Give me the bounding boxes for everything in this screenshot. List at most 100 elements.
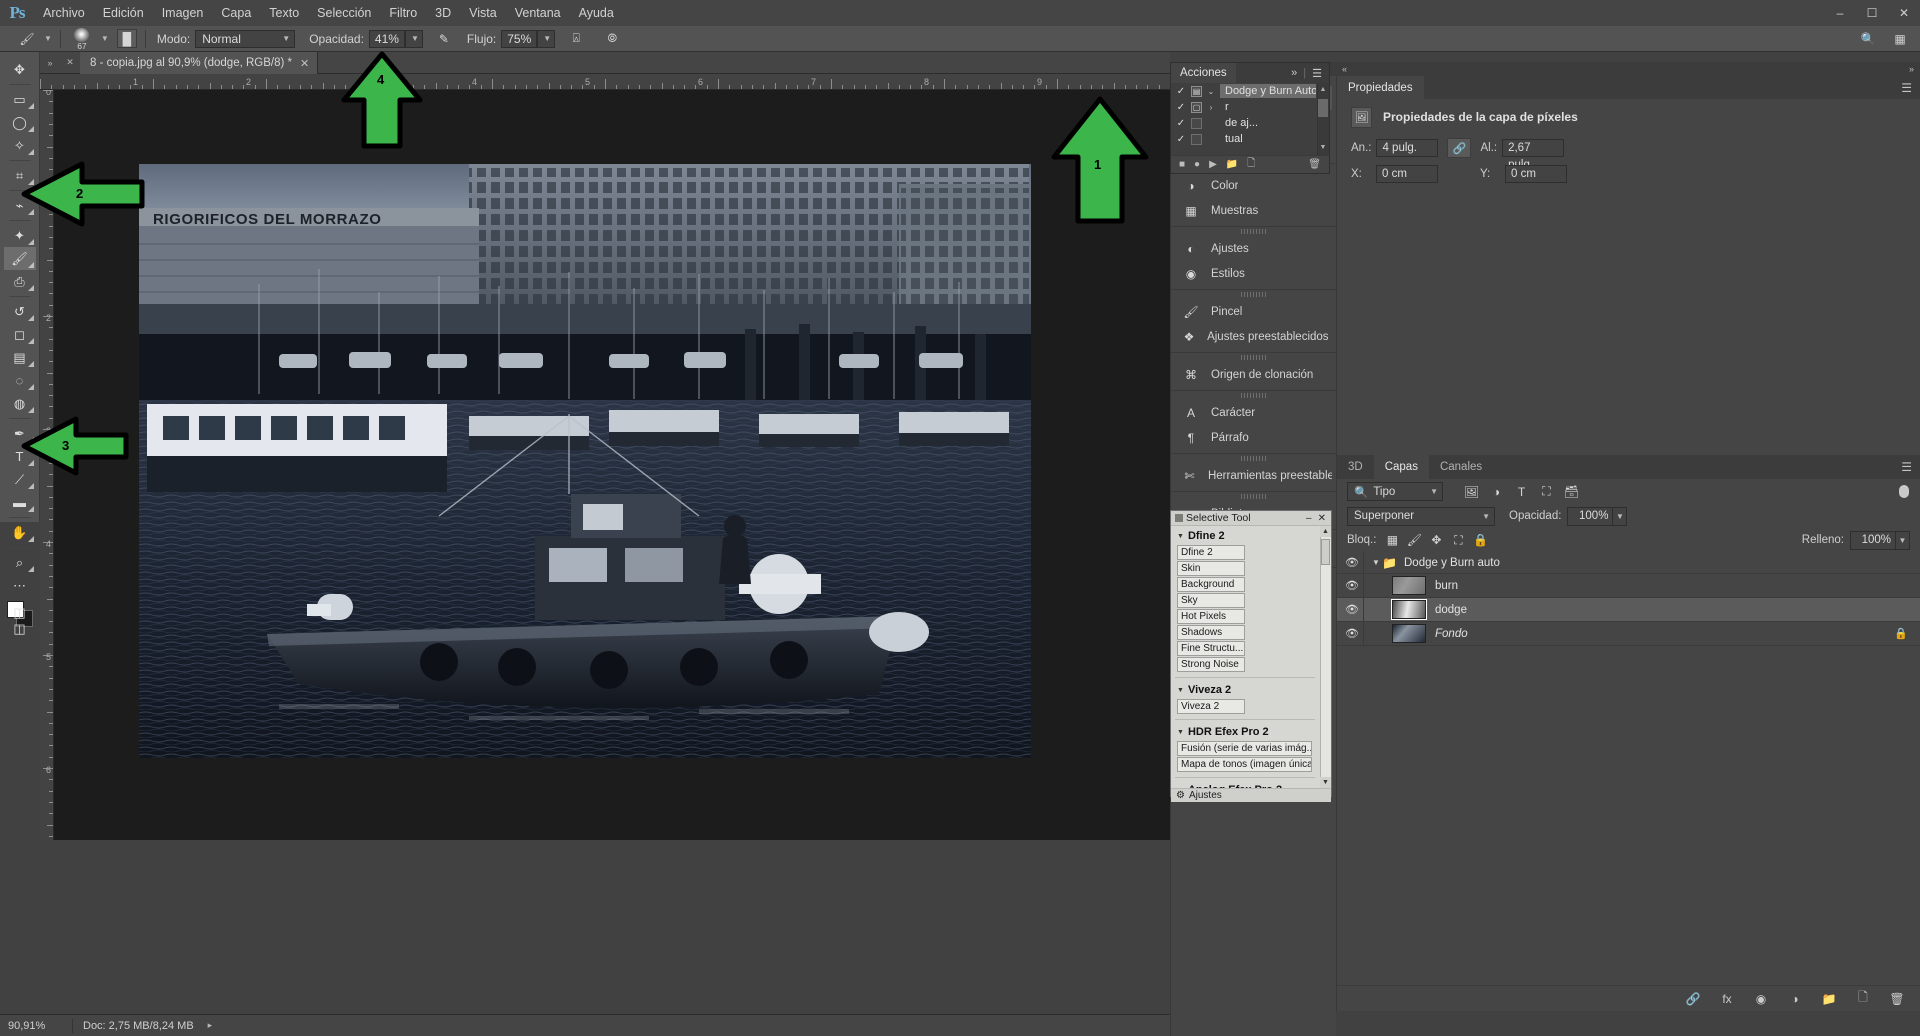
menu-item-texto[interactable]: Texto [260, 0, 308, 26]
menu-item-imagen[interactable]: Imagen [153, 0, 213, 26]
dock-item-car-cter[interactable]: A Carácter [1175, 401, 1332, 425]
dock-group-grip[interactable] [1171, 454, 1336, 463]
action-name[interactable]: r [1220, 100, 1234, 114]
minimize-icon[interactable]: – [1306, 513, 1312, 524]
scroll-up-icon[interactable]: ▲ [1318, 84, 1328, 96]
layer-blend-mode-select[interactable]: Superponer ▼ [1347, 506, 1495, 526]
play-icon[interactable]: ▶ [1209, 159, 1217, 170]
tablet-pressure-opacity-icon[interactable]: ✎ [433, 29, 455, 49]
scrollbar-thumb[interactable] [1318, 99, 1328, 117]
selective-tool-preset-button[interactable]: Mapa de tonos (imagen única) [1177, 757, 1312, 772]
screen-mode-icon[interactable]: ◫ [4, 621, 36, 637]
workspace-icon[interactable]: ▦ [1884, 26, 1916, 52]
dock-group-grip[interactable] [1171, 227, 1336, 236]
dock-item-p-rrafo[interactable]: ¶ Párrafo [1175, 426, 1332, 450]
shape-tool[interactable]: ▬ [4, 491, 36, 514]
dock-item-herramientas-preestablecidas[interactable]: ✄ Herramientas preestablecidas [1175, 464, 1332, 488]
menu-item-ventana[interactable]: Ventana [506, 0, 570, 26]
marquee-tool[interactable]: ▭ [4, 88, 36, 111]
acciones-list[interactable]: ✓▤⌄Dodge y Burn Auto ...✓▢›r✓de aj...✓tu… [1171, 83, 1329, 155]
tab-capas[interactable]: Capas [1373, 455, 1429, 479]
selective-tool-preset-button[interactable]: Sky [1177, 593, 1245, 608]
layer-name[interactable]: Dodge y Burn auto [1404, 557, 1500, 569]
acciones-row[interactable]: ✓ de aj... [1171, 115, 1329, 131]
action-enabled-checkbox[interactable]: ✓ [1174, 118, 1188, 129]
layer-lock-icon[interactable]: 🔒 [1894, 627, 1920, 640]
opacity-chevron-down-icon[interactable]: ▼ [404, 29, 423, 48]
acciones-row[interactable]: ✓▤⌄Dodge y Burn Auto ... [1171, 83, 1329, 99]
layer-thumbnail[interactable] [1392, 624, 1426, 643]
minimize-icon[interactable]: – [1824, 0, 1856, 26]
layer-fill-input[interactable]: 100% [1850, 530, 1896, 550]
zoom-level[interactable]: 90,91% [0, 1020, 72, 1032]
scroll-up-icon[interactable]: ▲ [1320, 526, 1331, 537]
history-brush-tool[interactable]: ↺ [4, 300, 36, 323]
lasso-tool[interactable]: ◯ [4, 111, 36, 134]
action-name[interactable]: tual [1220, 132, 1248, 146]
width-input[interactable]: 4 pulg. [1376, 139, 1439, 157]
close-icon[interactable]: ✕ [1318, 513, 1326, 524]
blur-tool[interactable]: ◌ [4, 369, 36, 392]
propiedades-tab[interactable]: Propiedades [1337, 76, 1424, 99]
menu-item-filtro[interactable]: Filtro [380, 0, 426, 26]
tab-close-all-icon[interactable]: ✕ [60, 52, 80, 73]
layer-name[interactable]: burn [1435, 580, 1458, 592]
dock-expand-icon[interactable]: » [1909, 64, 1914, 74]
layer-thumbnail[interactable] [1392, 576, 1426, 595]
x-input[interactable]: 0 cm [1376, 165, 1438, 183]
status-chevron-right-icon[interactable]: ▸ [208, 1020, 213, 1031]
dock-item-pincel[interactable]: 🖌 Pincel [1175, 300, 1332, 324]
close-icon[interactable]: ✕ [300, 57, 309, 70]
opacity-input[interactable]: 41% [368, 29, 405, 48]
scroll-down-icon[interactable]: ▼ [1320, 777, 1331, 788]
layer-row[interactable]: 👁 burn [1337, 573, 1920, 598]
layer-opacity-input[interactable]: 100% [1567, 506, 1614, 526]
settings-icon[interactable]: ⚙ [1176, 790, 1185, 801]
new-set-icon[interactable]: 📁 [1226, 159, 1238, 170]
lock-artboard-icon[interactable]: ⛶ [1447, 530, 1469, 550]
selective-tool-preset-button[interactable]: Hot Pixels [1177, 609, 1245, 624]
zoom-tool[interactable]: ⌕ [4, 551, 36, 574]
new-action-icon[interactable]: 🗋 [1247, 156, 1255, 173]
image-filter-icon[interactable]: 🖼 [1459, 482, 1484, 501]
search-icon[interactable]: 🔍 [1852, 26, 1884, 52]
smoothing-icon[interactable]: ⦾ [601, 29, 623, 49]
acciones-row[interactable]: ✓ tual [1171, 131, 1329, 147]
dock-item-ajustes-preestablecidos-de-pin[interactable]: ❖ Ajustes preestablecidos de pin... [1175, 325, 1332, 349]
layer-filter-type-select[interactable]: 🔍 Tipo ▼ [1347, 482, 1443, 501]
document-tab[interactable]: 8 - copia.jpg al 90,9% (dodge, RGB/8) * … [80, 52, 319, 74]
fill-chevron-down-icon[interactable]: ▼ [1896, 530, 1910, 550]
panel-menu-icon[interactable]: ☰ [1893, 76, 1920, 99]
layer-list[interactable]: 👁 ▼ 📁 Dodge y Burn auto 👁 burn 👁 dodge 👁 Fondo 🔒 [1337, 550, 1920, 646]
flow-chevron-down-icon[interactable]: ▼ [537, 29, 556, 48]
height-input[interactable]: 2,67 pulg. [1502, 139, 1565, 171]
selective-tool-preset-button[interactable]: Skin [1177, 561, 1245, 576]
panel-menu-icon[interactable]: ☰ [1312, 67, 1322, 80]
dock-item-estilos[interactable]: ◉ Estilos [1175, 262, 1332, 286]
brush-preset-preview[interactable]: 67 [69, 27, 95, 50]
opacity-chevron-down-icon[interactable]: ▼ [1613, 506, 1628, 526]
selective-tool-settings-label[interactable]: Ajustes [1189, 790, 1222, 801]
selective-tool-titlebar[interactable]: Selective Tool – ✕ [1171, 511, 1331, 526]
dock-item-origen-de-clonaci-n[interactable]: ⌘ Origen de clonación [1175, 363, 1332, 387]
lock-all-icon[interactable]: 🔒 [1469, 530, 1491, 550]
clone-stamp-tool[interactable]: ⎙ [4, 270, 36, 293]
brush-icon[interactable]: 🖌 [16, 29, 38, 49]
record-icon[interactable]: ● [1194, 159, 1200, 170]
menu-item-3d[interactable]: 3D [426, 0, 460, 26]
selective-tool-section-header[interactable]: ▼ Viveza 2 [1171, 680, 1319, 699]
link-layers-icon[interactable]: 🔗 [1685, 991, 1701, 1007]
brush-tool[interactable]: 🖌 [3, 247, 36, 270]
dock-group-grip[interactable] [1171, 353, 1336, 362]
hand-tool[interactable]: ✋ [4, 521, 36, 544]
layer-name[interactable]: dodge [1435, 604, 1467, 616]
selective-tool-section-header[interactable]: ▼ Analog Efex Pro 2 [1171, 780, 1319, 788]
selective-tool-preset-button[interactable]: Strong Noise [1177, 657, 1245, 672]
menu-item-capa[interactable]: Capa [212, 0, 260, 26]
brush-preset-chevron-down-icon[interactable]: ▼ [101, 34, 109, 43]
chevron-double-right-icon[interactable]: » [1291, 67, 1297, 79]
lock-transparency-icon[interactable]: ▦ [1381, 530, 1403, 550]
action-expand-chevron-icon[interactable]: › [1205, 103, 1217, 112]
layer-row[interactable]: 👁 ▼ 📁 Dodge y Burn auto [1337, 550, 1920, 575]
tab-canales[interactable]: Canales [1428, 455, 1494, 479]
